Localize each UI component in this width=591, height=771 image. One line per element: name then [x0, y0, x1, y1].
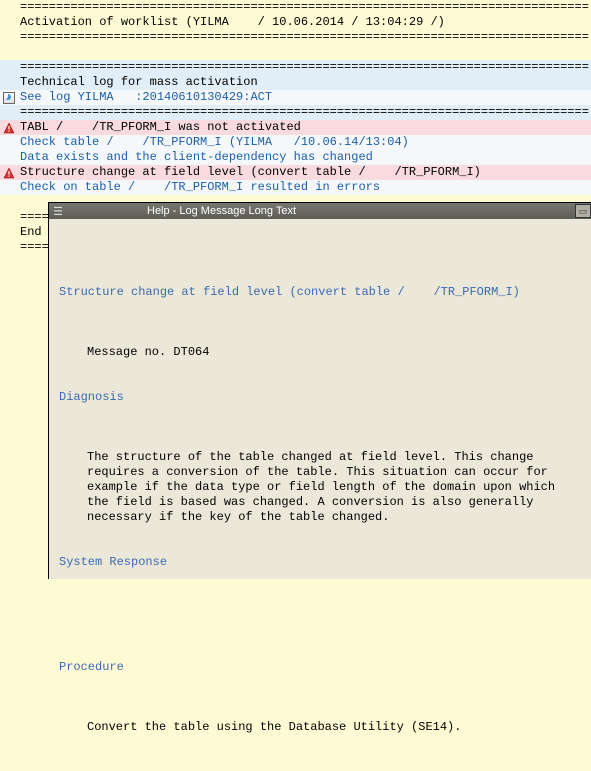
- log-text: Check table / /TR_PFORM_I (YILMA /10.06.…: [18, 135, 591, 150]
- help-response-heading: System Response: [59, 555, 167, 569]
- log-error-structure[interactable]: Structure change at field level (convert…: [0, 165, 591, 180]
- document-icon: [0, 92, 18, 104]
- help-titlebar[interactable]: ☰ Help - Log Message Long Text ▭: [49, 203, 591, 219]
- help-heading: Structure change at field level (convert…: [59, 285, 520, 299]
- log-text: ========================================…: [18, 60, 591, 75]
- help-body: Structure change at field level (convert…: [49, 219, 591, 771]
- log-activation-header: Activation of worklist (YILMA / 10.06.20…: [0, 15, 591, 30]
- log-text[interactable]: See log YILMA :20140610130429:ACT: [18, 90, 591, 105]
- help-procedure-text: Convert the table using the Database Uti…: [59, 720, 581, 735]
- error-icon: [0, 167, 18, 179]
- log-check-errors[interactable]: Check on table / /TR_PFORM_I resulted in…: [0, 180, 591, 195]
- log-technical-header: Technical log for mass activation: [0, 75, 591, 90]
- log-check-table[interactable]: Check table / /TR_PFORM_I (YILMA /10.06.…: [0, 135, 591, 150]
- help-title: Help - Log Message Long Text: [67, 205, 575, 217]
- log-text: Check on table / /TR_PFORM_I resulted in…: [18, 180, 591, 195]
- log-text: Activation of worklist (YILMA / 10.06.20…: [18, 15, 591, 30]
- log-text: TABL / /TR_PFORM_I was not activated: [18, 120, 591, 135]
- log-see-log[interactable]: See log YILMA :20140610130429:ACT: [0, 90, 591, 105]
- close-icon[interactable]: ▭: [575, 204, 591, 218]
- log-text: ========================================…: [18, 105, 591, 120]
- help-dialog: ☰ Help - Log Message Long Text ▭ Structu…: [48, 202, 591, 579]
- error-icon: [0, 122, 18, 134]
- log-blank: [0, 45, 591, 60]
- log-separator: ========================================…: [0, 0, 591, 15]
- log-text: Technical log for mass activation: [18, 75, 591, 90]
- log-text: ========================================…: [18, 0, 591, 15]
- log-text: ========================================…: [18, 30, 591, 45]
- log-separator: ========================================…: [0, 60, 591, 75]
- log-text: Structure change at field level (convert…: [18, 165, 591, 180]
- log-separator: ========================================…: [0, 30, 591, 45]
- log-error-tabl[interactable]: TABL / /TR_PFORM_I was not activated: [0, 120, 591, 135]
- help-diagnosis-text: The structure of the table changed at fi…: [59, 450, 581, 525]
- help-procedure-heading: Procedure: [59, 660, 124, 674]
- menu-icon[interactable]: ☰: [49, 205, 67, 218]
- log-text: Data exists and the client-dependency ha…: [18, 150, 591, 165]
- log-data-exists[interactable]: Data exists and the client-dependency ha…: [0, 150, 591, 165]
- help-diagnosis-heading: Diagnosis: [59, 390, 124, 404]
- help-message-no: Message no. DT064: [59, 345, 581, 360]
- log-separator: ========================================…: [0, 105, 591, 120]
